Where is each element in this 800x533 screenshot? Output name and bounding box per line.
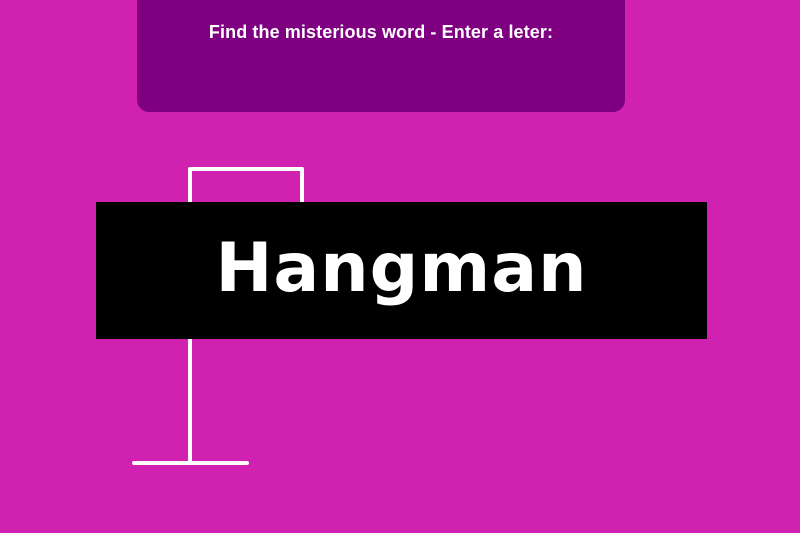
game-title: Hangman — [215, 228, 588, 308]
title-banner: Hangman — [96, 202, 707, 339]
